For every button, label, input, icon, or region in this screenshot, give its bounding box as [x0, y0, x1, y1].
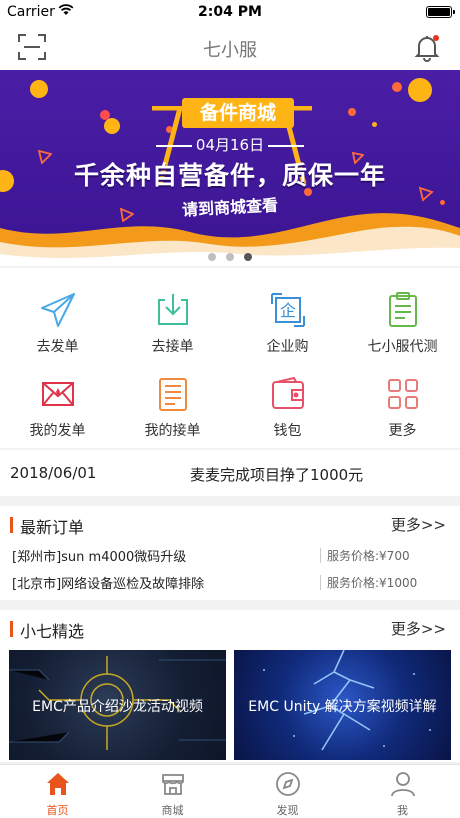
video-card[interactable]: EMC Unity 解决方案视频详解: [234, 650, 451, 760]
section-accent-bar: [10, 517, 13, 533]
tab-label: 首页: [46, 804, 69, 817]
paper-plane-icon: [38, 290, 78, 330]
inbox-download-icon: [153, 290, 193, 330]
envelope-icon: [38, 374, 78, 414]
home-icon: [46, 773, 69, 795]
quick-label: 去发单: [36, 339, 79, 355]
user-icon: [390, 772, 415, 797]
banner-date: 04月16日: [0, 134, 460, 155]
video-title: EMC产品介绍沙龙活动视频: [32, 699, 203, 715]
wallet-icon: [268, 374, 308, 414]
orders-more-link[interactable]: 更多>>: [391, 514, 446, 535]
battery-icon: [426, 6, 455, 18]
quick-actions-grid: 去发单 去接单 企 企业购 七小服代测 我的发单 我的接单 钱包 更多: [0, 268, 460, 448]
featured-section: 小七精选 更多>> EMC产品介绍沙龙活动视频 EMC Unity 解决方案视频…: [0, 610, 460, 762]
order-row[interactable]: [北京市]网络设备巡检及故障排除 服务价格:¥1000: [0, 569, 460, 596]
pager-dot[interactable]: [226, 253, 234, 261]
svg-text:企: 企: [279, 301, 295, 320]
bell-icon[interactable]: [414, 34, 440, 62]
mall-tag: 备件商城: [182, 98, 294, 128]
quick-label: 企业购: [266, 339, 309, 355]
pager-dot-active[interactable]: [244, 253, 252, 261]
section-header: 最新订单 更多>>: [0, 506, 460, 542]
store-icon: [161, 774, 184, 795]
status-bar: Carrier 2:04 PM: [0, 0, 460, 24]
tab-home[interactable]: 首页: [0, 765, 115, 818]
section-title: 小七精选: [20, 622, 85, 641]
notice-message: 麦麦完成项目挣了1000元: [190, 466, 364, 484]
quick-label: 七小服代测: [367, 339, 438, 355]
tab-me[interactable]: 我: [345, 765, 460, 818]
quick-send-order[interactable]: 去发单: [0, 290, 115, 374]
tab-label: 商城: [161, 804, 184, 817]
page-title: 七小服: [203, 40, 257, 61]
order-name: [北京市]网络设备巡检及故障排除: [12, 577, 205, 592]
order-row[interactable]: [郑州市]sun m4000微码升级 服务价格:¥700: [0, 542, 460, 569]
order-price: 服务价格:¥700: [327, 549, 410, 563]
tab-discover[interactable]: 发现: [230, 765, 345, 818]
tab-label: 发现: [276, 804, 299, 817]
pager-dot[interactable]: [208, 253, 216, 261]
order-price: 服务价格:¥1000: [327, 576, 418, 590]
list-icon: [153, 374, 193, 414]
picks-more-link[interactable]: 更多>>: [391, 618, 446, 639]
quick-wallet[interactable]: 钱包: [230, 374, 345, 458]
tab-label: 我: [397, 804, 408, 817]
latest-orders-section: 最新订单 更多>> [郑州市]sun m4000微码升级 服务价格:¥700 […: [0, 506, 460, 600]
quick-accept-order[interactable]: 去接单: [115, 290, 230, 374]
banner-pager[interactable]: [0, 246, 460, 265]
grid-icon: [383, 374, 423, 414]
quick-more[interactable]: 更多: [345, 374, 460, 458]
notice-date: 2018/06/01: [10, 464, 97, 482]
divider: [320, 575, 321, 590]
nav-bar: 七小服: [0, 24, 460, 70]
divider: [320, 548, 321, 563]
compass-icon: [275, 772, 300, 796]
quick-my-accepted[interactable]: 我的接单: [115, 374, 230, 458]
enterprise-icon: 企: [268, 290, 308, 330]
quick-proxy-test[interactable]: 七小服代测: [345, 290, 460, 374]
section-header: 小七精选 更多>>: [0, 610, 460, 646]
tab-store[interactable]: 商城: [115, 765, 230, 818]
quick-enterprise-buy[interactable]: 企 企业购: [230, 290, 345, 374]
tab-bar: 首页 商城 发现 我: [0, 764, 460, 818]
quick-label: 我的接单: [144, 423, 201, 439]
clock: 2:04 PM: [198, 4, 262, 20]
quick-label: 我的发单: [29, 423, 86, 439]
quick-label: 去接单: [151, 339, 194, 355]
quick-label: 钱包: [273, 423, 302, 439]
video-card[interactable]: EMC产品介绍沙龙活动视频: [9, 650, 226, 760]
section-accent-bar: [10, 621, 13, 637]
notice-ticker[interactable]: 2018/06/01 麦麦完成项目挣了1000元: [0, 450, 460, 496]
video-title: EMC Unity 解决方案视频详解: [248, 699, 437, 715]
notification-badge: [433, 35, 439, 41]
promo-banner[interactable]: 备件商城 04月16日 千余种自营备件，质保一年 请到商城查看: [0, 70, 460, 266]
order-name: [郑州市]sun m4000微码升级: [12, 550, 187, 565]
section-title: 最新订单: [20, 518, 85, 537]
quick-label: 更多: [388, 423, 417, 439]
clipboard-icon: [383, 290, 423, 330]
quick-my-sent[interactable]: 我的发单: [0, 374, 115, 458]
